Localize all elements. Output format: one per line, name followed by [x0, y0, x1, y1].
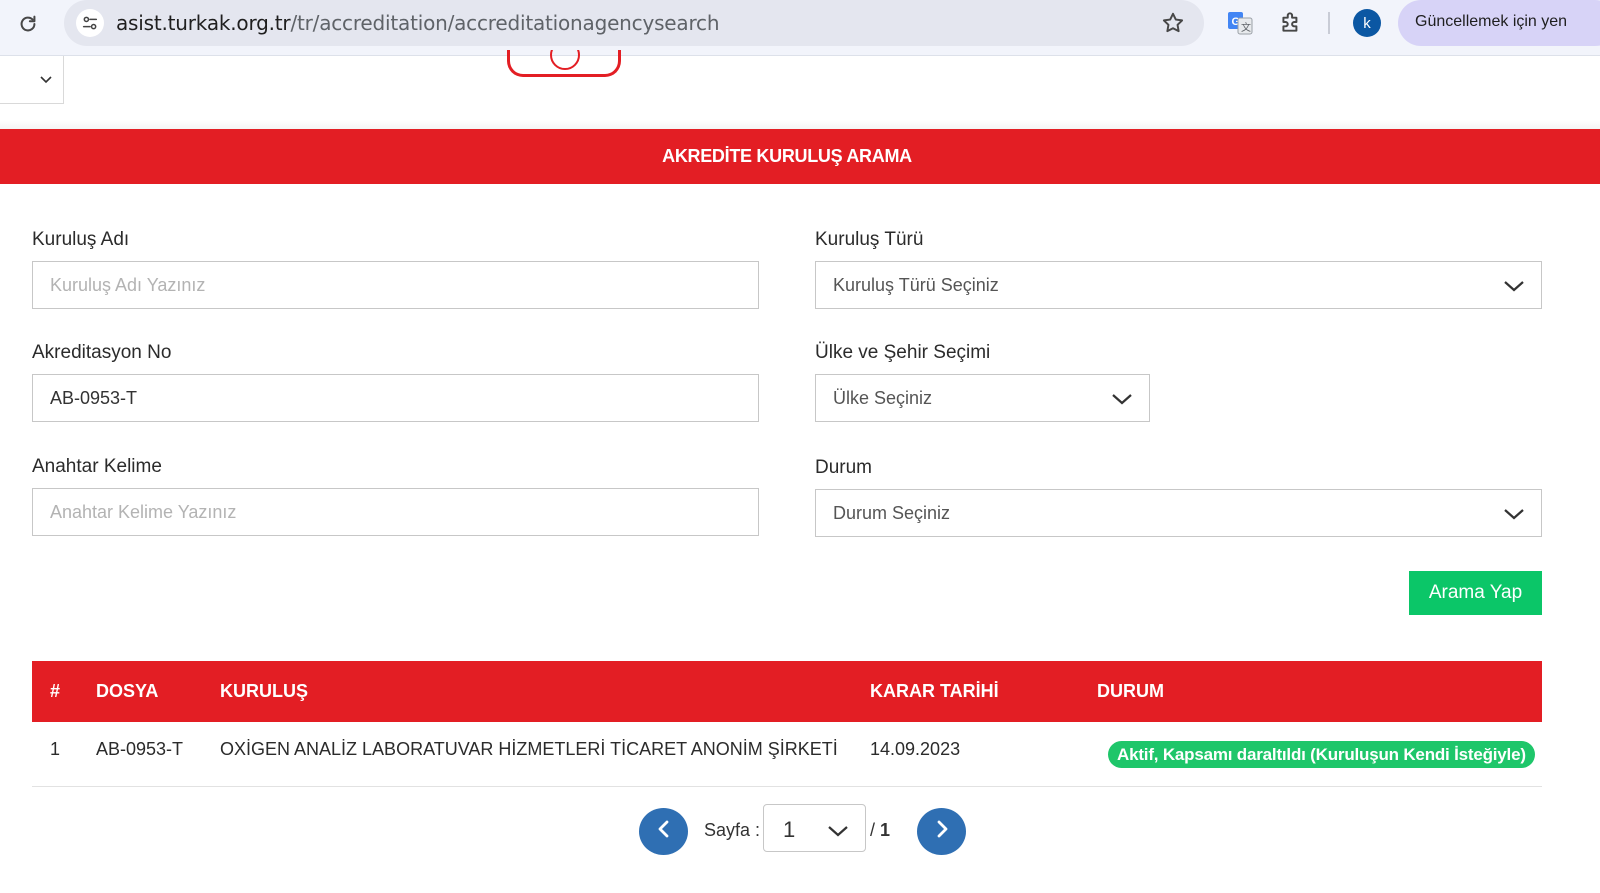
page-total: / 1 — [870, 820, 890, 841]
page-separator: / — [870, 820, 876, 840]
page-banner: AKREDİTE KURULUŞ ARAMA — [0, 129, 1600, 184]
status-badge: Aktif, Kapsamı daraltıldı (Kuruluşun Ken… — [1108, 741, 1535, 768]
chevron-right-icon — [932, 819, 952, 844]
page-label: Sayfa : — [704, 820, 761, 840]
svg-text:文: 文 — [1241, 21, 1251, 34]
org-type-select[interactable]: Kuruluş Türü Seçiniz — [815, 261, 1542, 309]
keyword-input[interactable]: Anahtar Kelime Yazınız — [32, 488, 759, 536]
url-text[interactable]: asist.turkak.org.tr/tr/accreditation/acc… — [116, 11, 720, 35]
header-logo[interactable] — [507, 50, 621, 77]
previous-page-button[interactable] — [639, 808, 688, 855]
status-selected: Durum Seçiniz — [833, 502, 951, 523]
page-title: AKREDİTE KURULUŞ ARAMA — [662, 146, 912, 166]
chevron-down-icon — [1111, 389, 1133, 414]
row-index: 1 — [50, 739, 61, 759]
country-select[interactable]: Ülke Seçiniz — [815, 374, 1150, 422]
url-path: /tr/accreditation/accreditationagencysea… — [290, 11, 720, 35]
url-host: asist.turkak.org.tr — [116, 11, 291, 35]
reload-icon[interactable] — [14, 10, 42, 38]
org-type-label: Kuruluş Türü — [815, 229, 924, 250]
chevron-down-icon — [1503, 504, 1525, 529]
extensions-icon[interactable] — [1278, 9, 1306, 37]
org-name-label: Kuruluş Adı — [32, 229, 130, 250]
play-icon — [550, 50, 580, 70]
column-header-decision-date: KARAR TARİHİ — [870, 681, 999, 701]
column-header-index: # — [50, 681, 61, 701]
org-name-input[interactable]: Kuruluş Adı Yazınız — [32, 261, 759, 309]
row-organization: OXİGEN ANALİZ LABORATUVAR HİZMETLERİ TİC… — [220, 739, 838, 759]
chevron-left-icon — [654, 819, 674, 844]
column-header-organization: KURULUŞ — [220, 681, 308, 701]
results-table-header: # DOSYA KURULUŞ KARAR TARİHİ DURUM — [32, 661, 1542, 722]
toolbar-divider — [1328, 12, 1330, 34]
browser-toolbar: asist.turkak.org.tr/tr/accreditation/acc… — [0, 0, 1600, 56]
status-select[interactable]: Durum Seçiniz — [815, 489, 1542, 537]
status-label: Durum — [815, 457, 873, 478]
total-pages: 1 — [880, 820, 891, 840]
country-city-label: Ülke ve Şehir Seçimi — [815, 342, 991, 363]
bookmark-star-icon[interactable] — [1160, 10, 1186, 36]
row-decision-date: 14.09.2023 — [870, 739, 961, 759]
chevron-down-icon — [39, 72, 53, 91]
chevron-down-icon — [827, 820, 849, 846]
page-select-value: 1 — [783, 817, 796, 842]
accreditation-no-input[interactable]: AB-0953-T — [32, 374, 759, 422]
table-row[interactable]: 1 AB-0953-T OXİGEN ANALİZ LABORATUVAR Hİ… — [32, 722, 1542, 787]
profile-avatar[interactable]: k — [1353, 9, 1381, 37]
keyword-label: Anahtar Kelime — [32, 456, 162, 477]
chevron-down-icon — [1503, 276, 1525, 301]
row-file: AB-0953-T — [96, 739, 184, 759]
site-info-icon[interactable] — [76, 9, 104, 37]
update-chrome-button[interactable]: Güncellemek için yen — [1398, 0, 1600, 46]
address-bar[interactable]: asist.turkak.org.tr/tr/accreditation/acc… — [64, 0, 1204, 46]
next-page-button[interactable] — [917, 808, 966, 855]
language-select[interactable] — [0, 56, 64, 104]
country-selected: Ülke Seçiniz — [833, 387, 933, 408]
page-select[interactable]: 1 — [763, 804, 866, 852]
accreditation-no-label: Akreditasyon No — [32, 342, 172, 363]
org-type-selected: Kuruluş Türü Seçiniz — [833, 274, 999, 295]
translate-icon[interactable]: G文 — [1226, 9, 1254, 37]
search-button[interactable]: Arama Yap — [1409, 571, 1542, 615]
column-header-file: DOSYA — [96, 681, 159, 701]
column-header-status: DURUM — [1097, 681, 1164, 701]
